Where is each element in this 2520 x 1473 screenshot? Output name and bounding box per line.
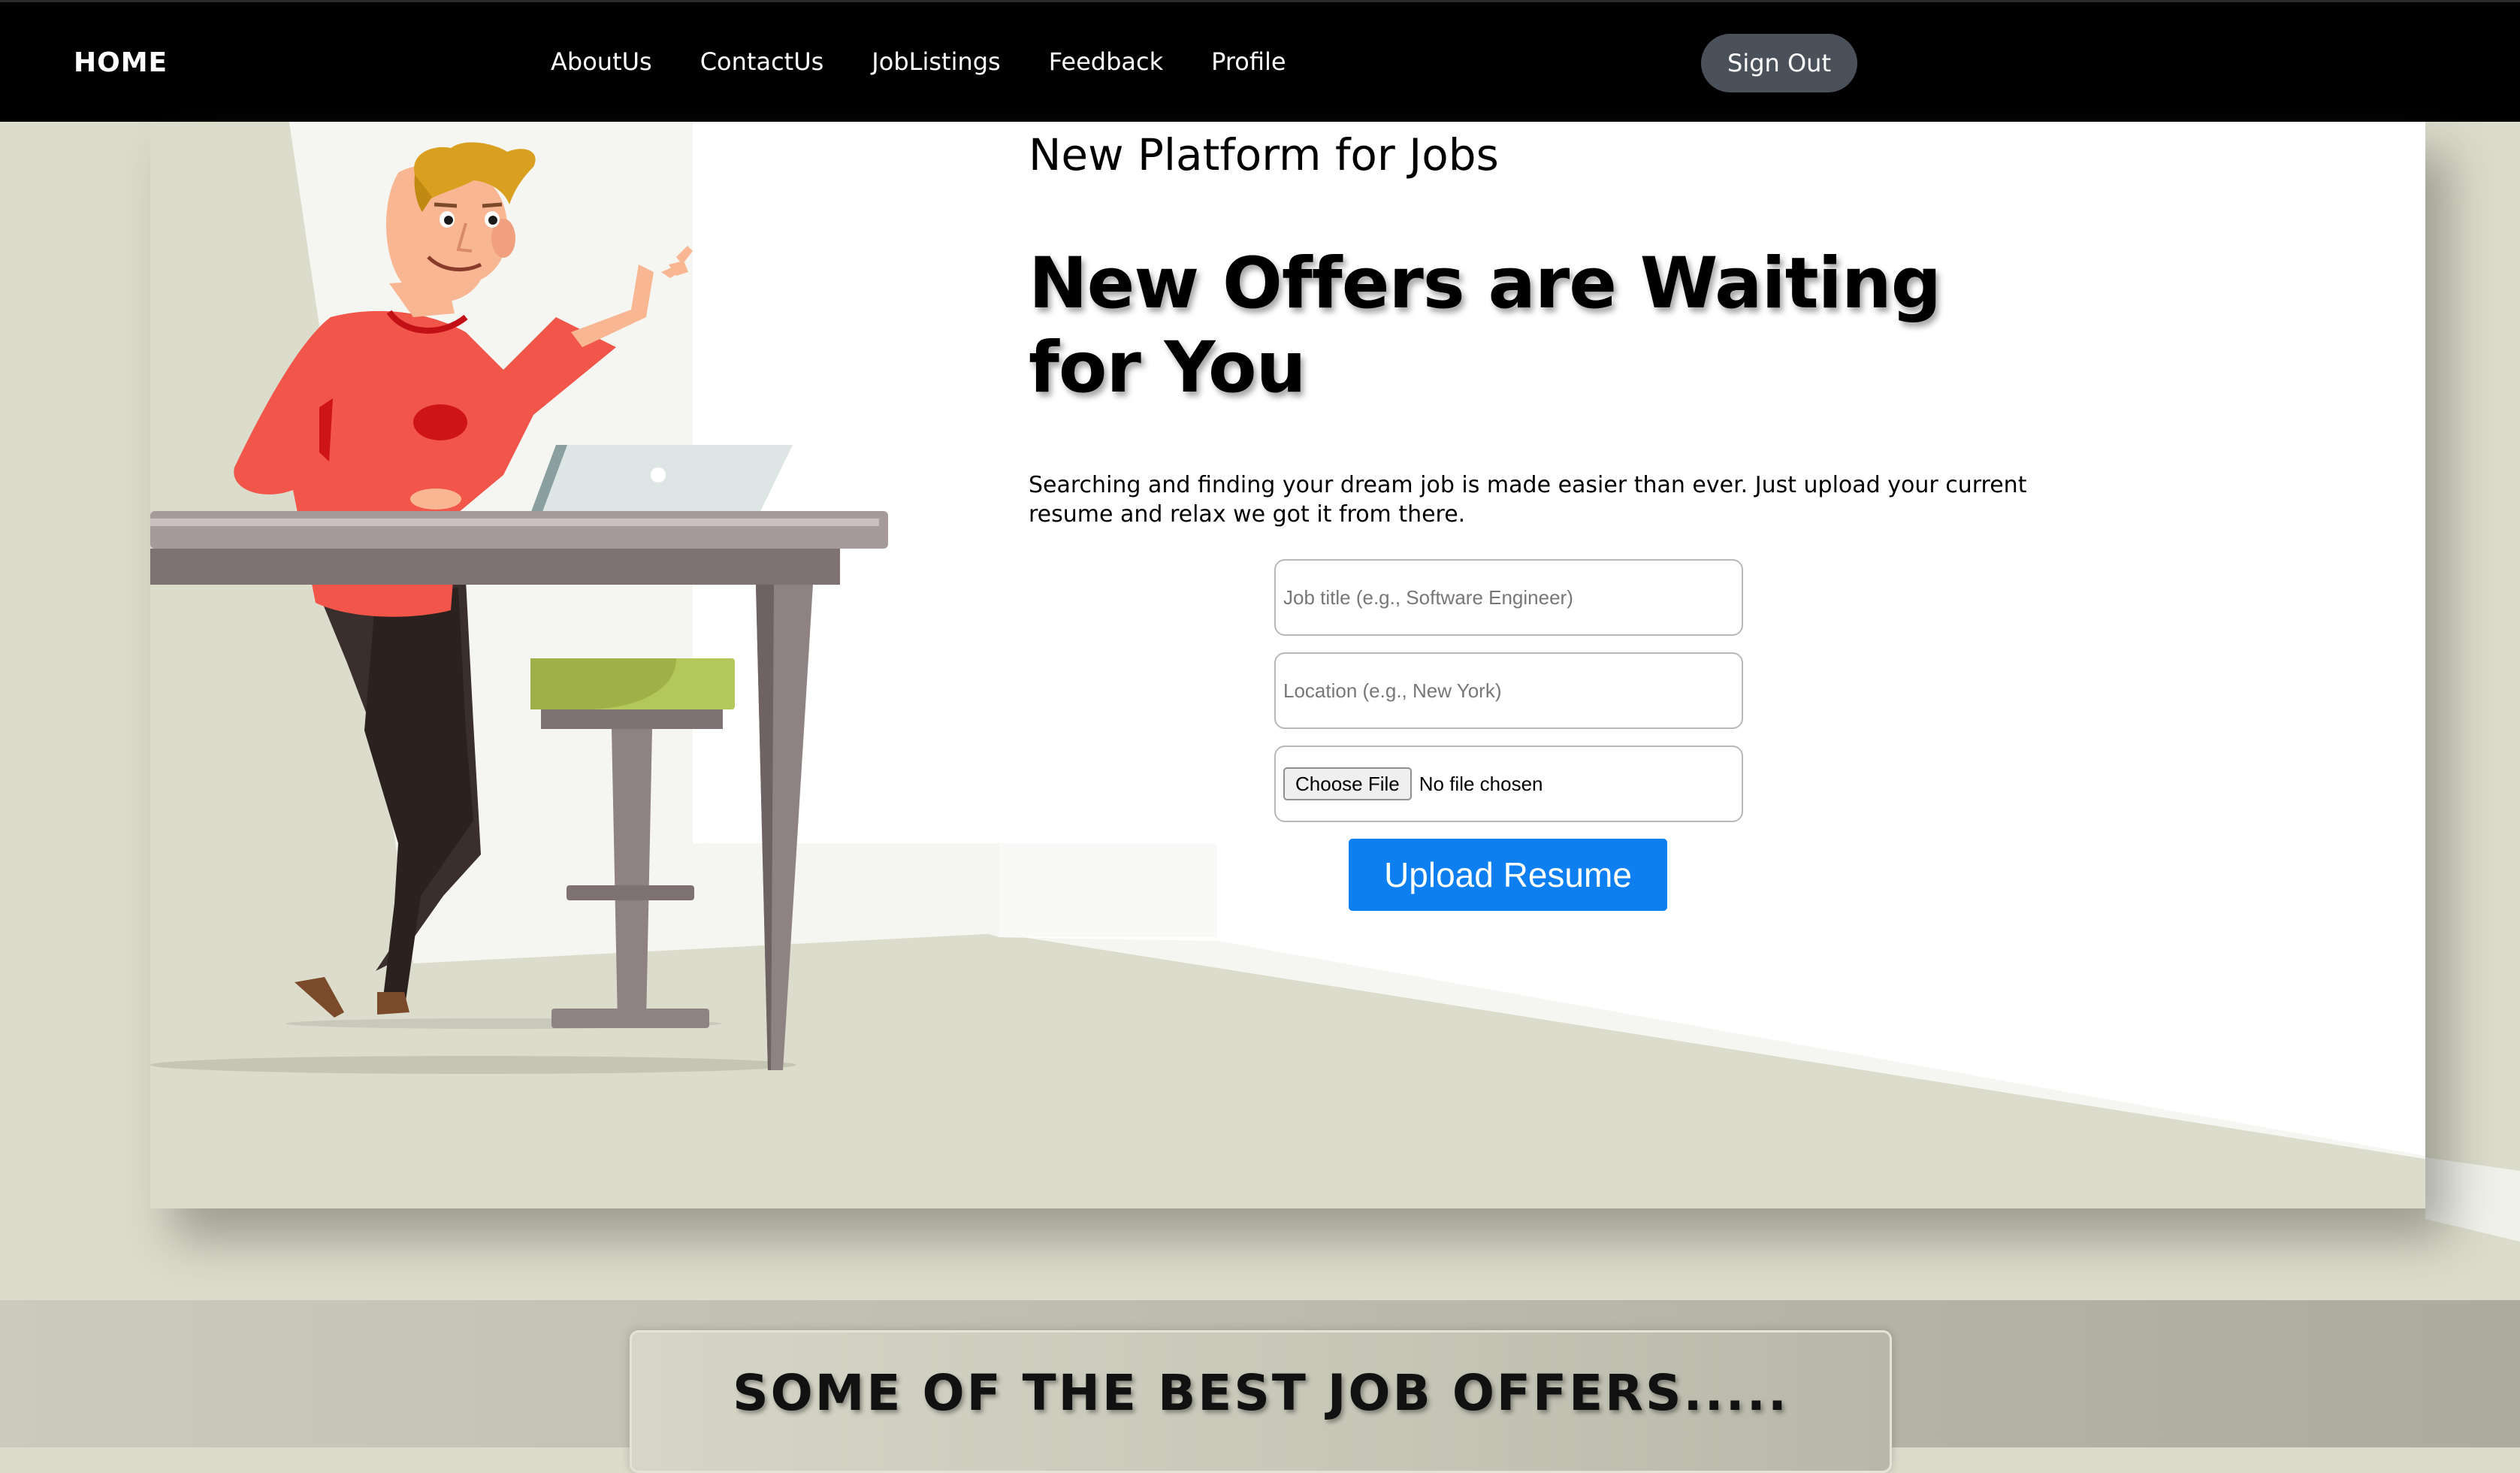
nav-link-feedback[interactable]: Feedback: [1049, 47, 1163, 76]
nav-link-contactus[interactable]: ContactUs: [700, 47, 824, 76]
nav-links: AboutUs ContactUs JobListings Feedback P…: [551, 47, 1334, 76]
nav-link-aboutus[interactable]: AboutUs: [551, 47, 652, 76]
file-status: No file chosen: [1419, 772, 1543, 795]
resume-upload-form: Choose File No file chosen: [1274, 559, 1743, 839]
hero-title: New Offers are Waiting for You: [1029, 243, 1941, 409]
hero-subtitle: New Platform for Jobs: [1029, 129, 1499, 180]
best-offers-title: SOME OF THE BEST JOB OFFERS.....: [733, 1364, 1789, 1422]
best-offers-card: SOME OF THE BEST JOB OFFERS.....: [630, 1330, 1892, 1473]
nav-link-profile[interactable]: Profile: [1211, 47, 1286, 76]
upload-resume-button[interactable]: Upload Resume: [1349, 839, 1667, 911]
resume-file-input[interactable]: Choose File No file chosen: [1274, 746, 1743, 822]
best-offers-section: SOME OF THE BEST JOB OFFERS.....: [0, 1300, 2520, 1473]
home-link[interactable]: HOME: [74, 47, 168, 78]
navbar: HOME AboutUs ContactUs JobListings Feedb…: [0, 0, 2520, 122]
sign-out-button[interactable]: Sign Out: [1701, 34, 1857, 92]
hero-description: Searching and finding your dream job is …: [1029, 472, 2027, 528]
location-input[interactable]: [1274, 652, 1743, 729]
job-title-input[interactable]: [1274, 559, 1743, 636]
choose-file-button[interactable]: Choose File: [1283, 767, 1412, 800]
nav-link-joblistings[interactable]: JobListings: [872, 47, 1000, 76]
